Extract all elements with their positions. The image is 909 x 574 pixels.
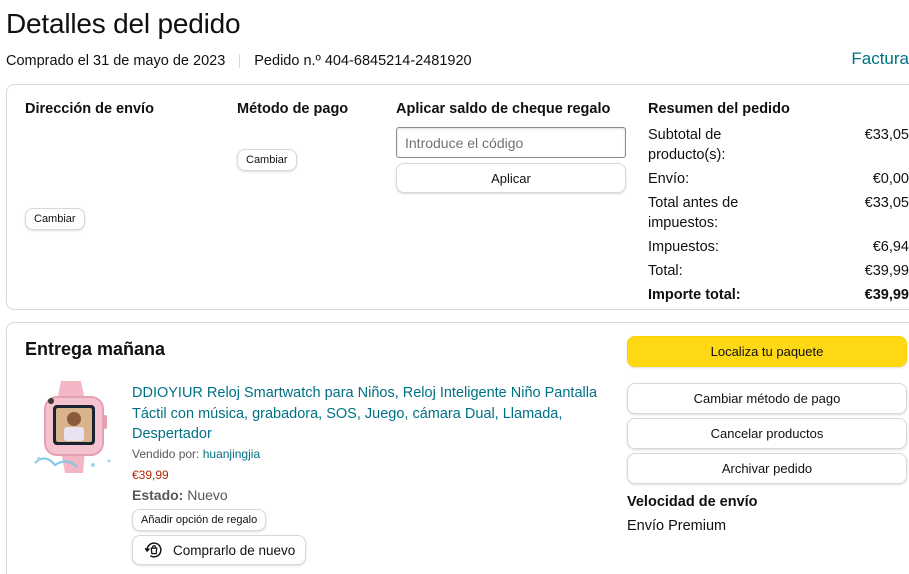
order-info-card: Dirección de envío Cambiar Método de pag… <box>6 84 909 310</box>
grand-total-row: Importe total: €39,99 <box>648 285 909 305</box>
order-summary-heading: Resumen del pedido <box>648 101 790 117</box>
product-image[interactable] <box>31 379 123 475</box>
product-condition: Estado: Nuevo <box>132 487 228 503</box>
product-price: €39,99 <box>132 468 169 482</box>
delivery-card: Entrega mañana DDIOYIUR Reloj Smartwatch… <box>6 322 909 574</box>
summary-row: Envío: €0,00 <box>648 169 909 189</box>
summary-value: €0,00 <box>872 171 909 187</box>
summary-value: €33,05 <box>864 127 909 143</box>
condition-label: Estado: <box>132 487 184 503</box>
summary-row: Total: €39,99 <box>648 261 909 281</box>
meta-divider <box>239 54 241 68</box>
buy-again-label: Comprarlo de nuevo <box>173 542 296 558</box>
order-summary: Subtotal de producto(s): €33,05 Envío: €… <box>648 125 909 309</box>
cancel-items-button[interactable]: Cancelar productos <box>627 418 907 449</box>
sold-by-label: Vendido por: <box>132 447 200 461</box>
product-title-link[interactable]: DDIOYIUR Reloj Smartwatch para Niños, Re… <box>132 383 602 445</box>
summary-label: Envío: <box>648 171 690 187</box>
shipping-speed-value: Envío Premium <box>627 518 727 534</box>
summary-row: Total antes de impuestos: €33,05 <box>648 193 909 233</box>
summary-value: €33,05 <box>864 195 909 211</box>
summary-row: Subtotal de producto(s): €33,05 <box>648 125 909 165</box>
change-payment-method-button[interactable]: Cambiar método de pago <box>627 383 907 414</box>
apply-gift-button[interactable]: Aplicar <box>396 163 626 193</box>
summary-label: Total antes de impuestos: <box>648 195 739 231</box>
add-gift-option-button[interactable]: Añadir opción de regalo <box>132 509 267 531</box>
track-package-button[interactable]: Localiza tu paquete <box>627 336 907 367</box>
page-title: Detalles del pedido <box>6 8 241 39</box>
order-meta: Comprado el 31 de mayo de 2023 Pedido n.… <box>6 53 472 69</box>
shipping-speed-heading: Velocidad de envío <box>627 494 758 510</box>
seller-link[interactable]: huanjingjia <box>203 447 260 461</box>
summary-value: €39,99 <box>864 263 909 279</box>
shipping-address-heading: Dirección de envío <box>25 101 154 117</box>
delivery-heading: Entrega mañana <box>25 339 166 359</box>
gift-card-heading: Aplicar saldo de cheque regalo <box>396 101 611 117</box>
grand-total-label: Importe total: <box>648 287 741 303</box>
gift-code-input[interactable] <box>396 127 626 158</box>
invoice-link[interactable]: Factura <box>851 49 909 69</box>
summary-value: €6,94 <box>872 239 909 255</box>
change-payment-button[interactable]: Cambiar <box>237 149 297 171</box>
order-number: Pedido n.º 404-6845214-2481920 <box>254 53 472 69</box>
summary-label: Subtotal de producto(s): <box>648 127 726 163</box>
grand-total-value: €39,99 <box>864 287 909 303</box>
archive-order-button[interactable]: Archivar pedido <box>627 453 907 484</box>
change-address-button[interactable]: Cambiar <box>25 208 85 230</box>
purchase-date: Comprado el 31 de mayo de 2023 <box>6 53 226 69</box>
seller-info: Vendido por: huanjingjia <box>132 447 260 461</box>
condition-value: Nuevo <box>187 487 228 503</box>
summary-row: Impuestos: €6,94 <box>648 237 909 257</box>
summary-label: Impuestos: <box>648 239 719 255</box>
summary-label: Total: <box>648 263 683 279</box>
payment-method-heading: Método de pago <box>237 101 349 117</box>
buy-again-button[interactable]: Comprarlo de nuevo <box>132 535 306 565</box>
buy-again-icon <box>144 542 162 558</box>
